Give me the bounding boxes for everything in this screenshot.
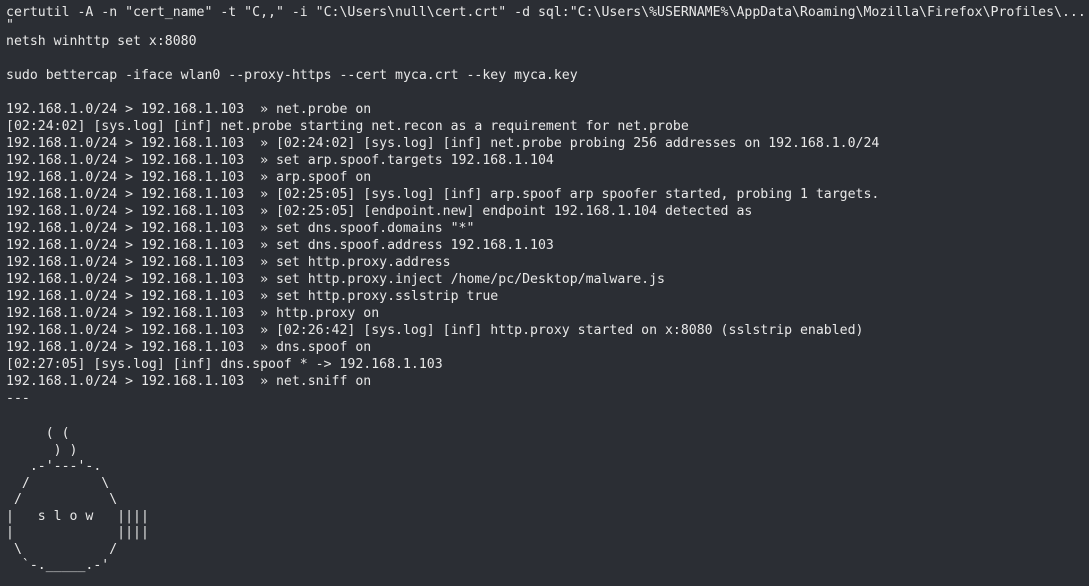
session-line: 192.168.1.0/24 > 192.168.1.103 » set dns…	[6, 238, 554, 253]
command-line: "	[6, 18, 14, 33]
session-line: 192.168.1.0/24 > 192.168.1.103 » dns.spo…	[6, 340, 372, 355]
session-line: [02:27:05] [sys.log] [inf] dns.spoof * -…	[6, 357, 443, 372]
command-line: sudo bettercap -iface wlan0 --proxy-http…	[6, 68, 578, 83]
session-line: 192.168.1.0/24 > 192.168.1.103 » net.pro…	[6, 102, 372, 117]
session-line: 192.168.1.0/24 > 192.168.1.103 » [02:24:…	[6, 136, 880, 151]
ascii-art-slow-coffee: ( ( ) ) .-'---'-. / \ / \ | s l o w ||||…	[6, 426, 149, 573]
session-line: [02:24:02] [sys.log] [inf] net.probe sta…	[6, 119, 689, 134]
session-line: 192.168.1.0/24 > 192.168.1.103 » [02:25:…	[6, 204, 753, 219]
separator-line: ---	[6, 391, 30, 406]
command-line: certutil -A -n "cert_name" -t "C,," -i "…	[6, 5, 1086, 20]
session-line: 192.168.1.0/24 > 192.168.1.103 » http.pr…	[6, 306, 380, 321]
command-history: certutil -A -n "cert_name" -t "C,," -i "…	[6, 4, 1089, 101]
terminal-window[interactable]: certutil -A -n "cert_name" -t "C,," -i "…	[0, 0, 1089, 586]
session-line: 192.168.1.0/24 > 192.168.1.103 » arp.spo…	[6, 170, 372, 185]
session-line: 192.168.1.0/24 > 192.168.1.103 » set arp…	[6, 153, 554, 168]
session-line: 192.168.1.0/24 > 192.168.1.103 » net.sni…	[6, 374, 372, 389]
command-line: netsh winhttp set x:8080	[6, 34, 197, 49]
bettercap-session-output: 192.168.1.0/24 > 192.168.1.103 » net.pro…	[6, 101, 1089, 407]
session-line: 192.168.1.0/24 > 192.168.1.103 » [02:26:…	[6, 323, 864, 338]
session-line: 192.168.1.0/24 > 192.168.1.103 » set htt…	[6, 272, 665, 287]
session-line: 192.168.1.0/24 > 192.168.1.103 » [02:25:…	[6, 187, 880, 202]
session-line: 192.168.1.0/24 > 192.168.1.103 » set htt…	[6, 255, 451, 270]
session-line: 192.168.1.0/24 > 192.168.1.103 » set htt…	[6, 289, 499, 304]
session-line: 192.168.1.0/24 > 192.168.1.103 » set dns…	[6, 221, 475, 236]
